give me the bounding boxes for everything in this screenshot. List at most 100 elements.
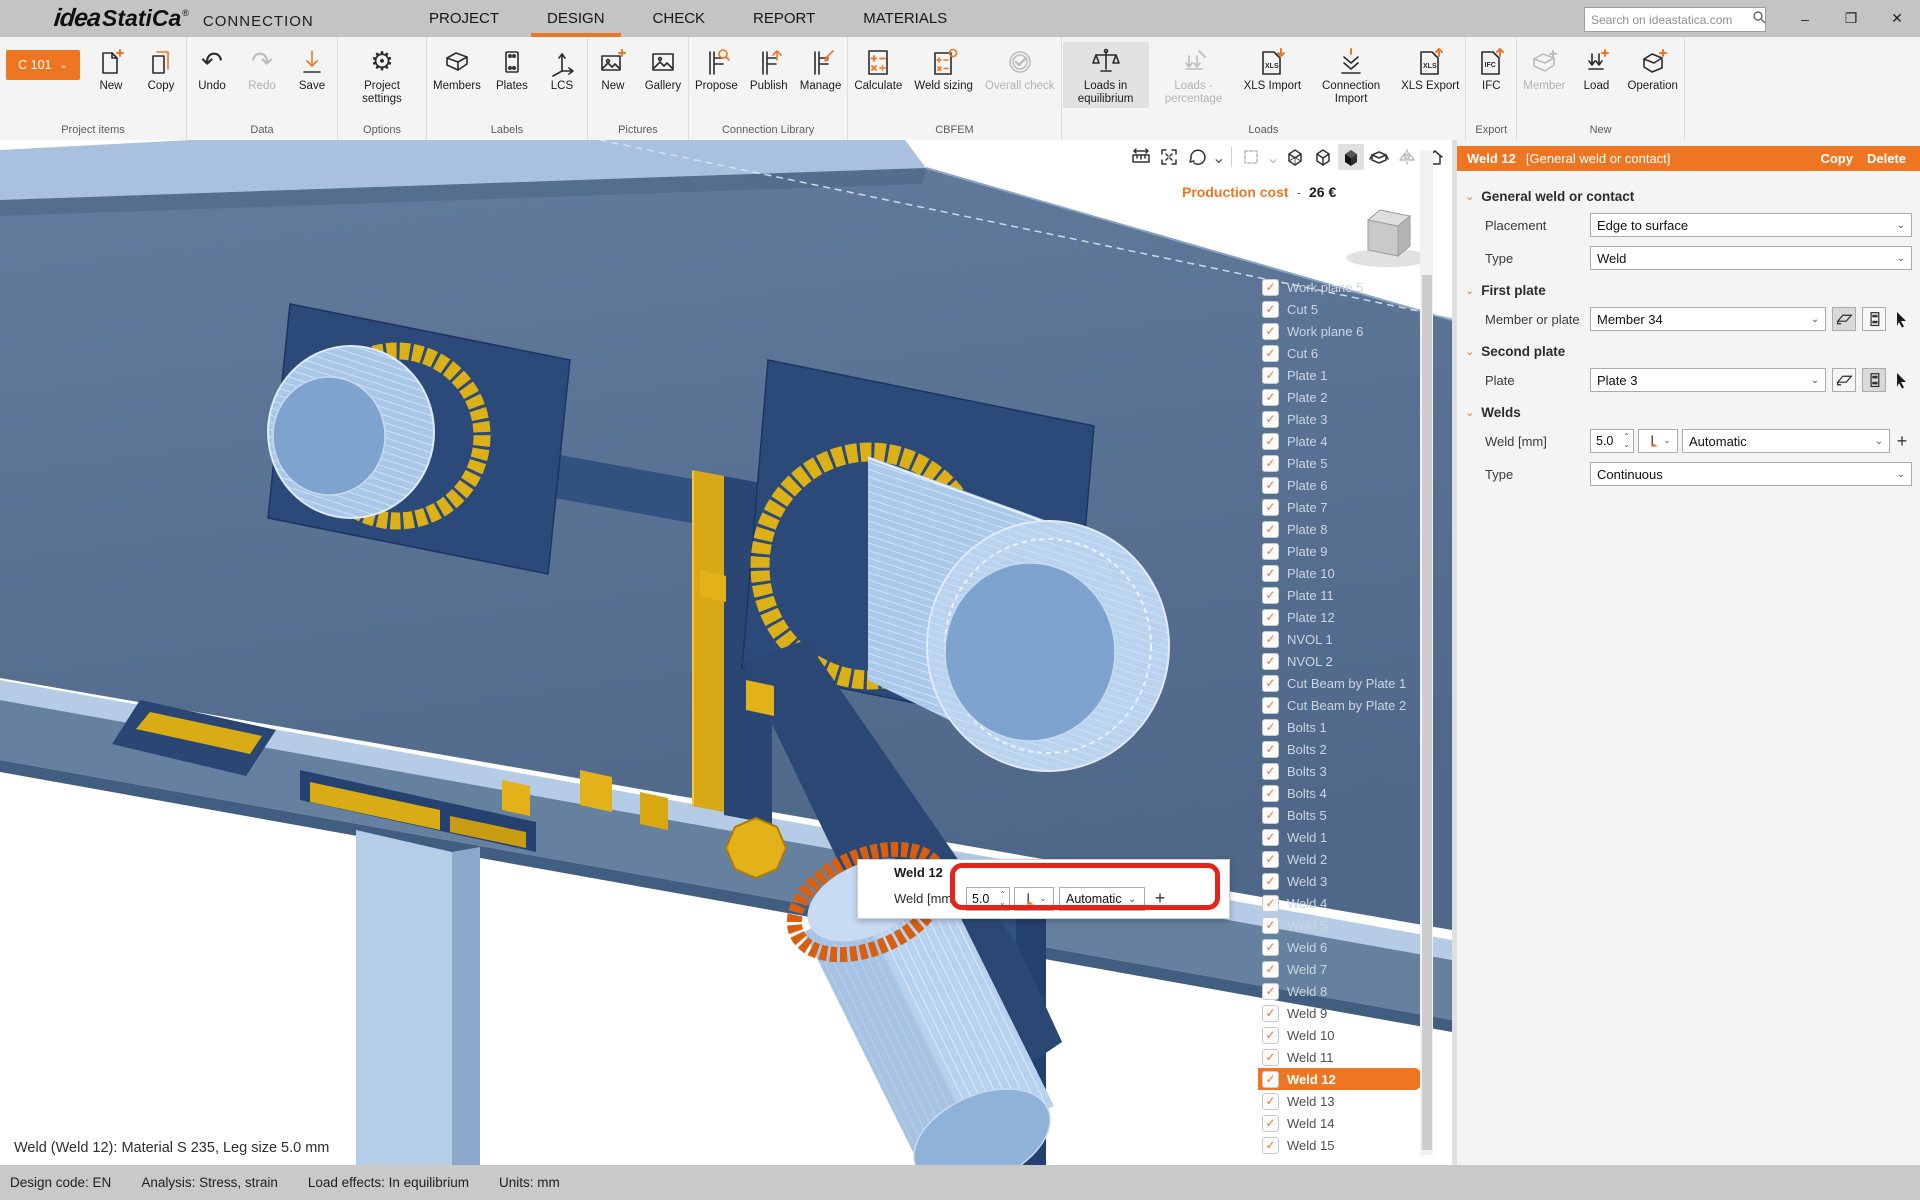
view-solid-icon[interactable] [1338,144,1364,170]
plates-button[interactable]: Plates [488,42,536,95]
tree-item-cut-beam-by-plate-1[interactable]: ✓Cut Beam by Plate 1 [1262,672,1416,694]
checkbox-icon[interactable]: ✓ [1262,477,1279,494]
project-settings-button[interactable]: ⚙Project settings [339,42,425,108]
tab-check[interactable]: CHECK [629,0,730,37]
checkbox-icon[interactable]: ✓ [1262,675,1279,692]
checkbox-icon[interactable]: ✓ [1262,697,1279,714]
tree-item-weld-6[interactable]: ✓Weld 6 [1262,936,1416,958]
checkbox-icon[interactable]: ✓ [1262,1005,1279,1022]
checkbox-icon[interactable]: ✓ [1262,543,1279,560]
tree-item-plate-5[interactable]: ✓Plate 5 [1262,452,1416,474]
select-in-scene-cursor-icon[interactable] [1890,307,1912,331]
tree-item-cut-beam-by-plate-2[interactable]: ✓Cut Beam by Plate 2 [1262,694,1416,716]
type-select[interactable]: Continuous⌄ [1590,462,1912,486]
lcs-button[interactable]: LCS [538,42,586,95]
xls-export-button[interactable]: XLSXLS Export [1396,42,1464,95]
weld-mode-select[interactable]: Automatic⌄ [1682,429,1890,453]
connection-import-button[interactable]: Connection Import [1308,42,1394,108]
tree-item-plate-2[interactable]: ✓Plate 2 [1262,386,1416,408]
tree-item-bolts-1[interactable]: ✓Bolts 1 [1262,716,1416,738]
tree-item-weld-4[interactable]: ✓Weld 4 [1262,892,1416,914]
weld-size-stepper[interactable]: 5.0⌃⌄ [1590,429,1634,453]
view-unfold-icon[interactable] [1366,144,1392,170]
checkbox-icon[interactable]: ✓ [1262,741,1279,758]
checkbox-icon[interactable]: ✓ [1262,829,1279,846]
tree-item-bolts-5[interactable]: ✓Bolts 5 [1262,804,1416,826]
tree-item-weld-8[interactable]: ✓Weld 8 [1262,980,1416,1002]
tree-item-plate-10[interactable]: ✓Plate 10 [1262,562,1416,584]
loads-in-equilibrium-button[interactable]: Loads in equilibrium [1063,42,1149,108]
new-button[interactable]: New [589,42,637,95]
tab-report[interactable]: REPORT [729,0,839,37]
checkbox-icon[interactable]: ✓ [1262,653,1279,670]
zoom-fit-icon[interactable] [1156,144,1182,170]
tree-item-bolts-3[interactable]: ✓Bolts 3 [1262,760,1416,782]
tree-item-weld-2[interactable]: ✓Weld 2 [1262,848,1416,870]
tab-materials[interactable]: MATERIALS [839,0,971,37]
checkbox-icon[interactable]: ✓ [1262,1137,1279,1154]
checkbox-icon[interactable]: ✓ [1262,1049,1279,1066]
tree-item-weld-14[interactable]: ✓Weld 14 [1262,1112,1416,1134]
checkbox-icon[interactable]: ✓ [1262,609,1279,626]
new-button[interactable]: New [87,42,135,95]
project-item-selector[interactable]: C 101⌄ [6,50,80,80]
tree-item-plate-3[interactable]: ✓Plate 3 [1262,408,1416,430]
select-in-scene-cursor-icon[interactable] [1890,368,1912,392]
bolt-octagon[interactable] [726,818,786,878]
manage-button[interactable]: Manage [795,42,847,95]
copy-button[interactable]: Copy [1820,151,1853,166]
checkbox-icon[interactable]: ✓ [1262,367,1279,384]
close-button[interactable]: ✕ [1874,0,1920,37]
tree-item-plate-1[interactable]: ✓Plate 1 [1262,364,1416,386]
viewport-3d[interactable]: ⌄⌄ Production cost - 26 € ✓Work plane 5✓… [0,140,1452,1165]
tree-item-work-plane-5[interactable]: ✓Work plane 5 [1262,276,1416,298]
checkbox-icon[interactable]: ✓ [1262,323,1279,340]
tree-item-weld-1[interactable]: ✓Weld 1 [1262,826,1416,848]
weld-sizing-button[interactable]: Weld sizing [909,42,978,95]
view-edges-icon[interactable] [1310,144,1336,170]
tree-item-nvol-2[interactable]: ✓NVOL 2 [1262,650,1416,672]
tree-item-weld-13[interactable]: ✓Weld 13 [1262,1090,1416,1112]
tree-scrollbar[interactable] [1420,150,1433,1155]
pick-member-button[interactable] [1832,368,1856,392]
section-header-first-plate[interactable]: ⌄First plate [1465,283,1912,298]
section-header-second-plate[interactable]: ⌄Second plate [1465,344,1912,359]
tree-item-plate-6[interactable]: ✓Plate 6 [1262,474,1416,496]
tree-item-plate-7[interactable]: ✓Plate 7 [1262,496,1416,518]
tree-item-work-plane-6[interactable]: ✓Work plane 6 [1262,320,1416,342]
publish-button[interactable]: Publish [745,42,793,95]
checkbox-icon[interactable]: ✓ [1262,1115,1279,1132]
gallery-button[interactable]: Gallery [639,42,687,95]
propose-button[interactable]: Propose [690,42,743,95]
tree-item-bolts-4[interactable]: ✓Bolts 4 [1262,782,1416,804]
weld-symbol-dropdown[interactable]: ⌄ [1638,429,1678,453]
checkbox-icon[interactable]: ✓ [1262,433,1279,450]
add-weld-button[interactable]: + [1892,429,1912,453]
type-select[interactable]: Weld⌄ [1590,246,1912,270]
navigation-cube[interactable] [1346,210,1430,267]
checkbox-icon[interactable]: ✓ [1262,1093,1279,1110]
placement-select[interactable]: Edge to surface⌄ [1590,213,1912,237]
section-header-welds[interactable]: ⌄Welds [1465,405,1912,420]
checkbox-icon[interactable]: ✓ [1262,983,1279,1000]
search-box[interactable] [1584,7,1766,32]
tree-item-weld-9[interactable]: ✓Weld 9 [1262,1002,1416,1024]
tree-item-nvol-1[interactable]: ✓NVOL 1 [1262,628,1416,650]
tab-project[interactable]: PROJECT [405,0,523,37]
checkbox-icon[interactable]: ✓ [1262,1027,1279,1044]
tree-item-plate-12[interactable]: ✓Plate 12 [1262,606,1416,628]
pick-plate-button[interactable] [1862,307,1886,331]
checkbox-icon[interactable]: ✓ [1262,763,1279,780]
xls-import-button[interactable]: XLSXLS Import [1239,42,1307,95]
tree-item-plate-9[interactable]: ✓Plate 9 [1262,540,1416,562]
tab-design[interactable]: DESIGN [523,0,629,37]
tree-item-plate-11[interactable]: ✓Plate 11 [1262,584,1416,606]
copy-button[interactable]: Copy [137,42,185,95]
tree-item-cut-6[interactable]: ✓Cut 6 [1262,342,1416,364]
undo-button[interactable]: ↶Undo [188,42,236,95]
tree-item-weld-7[interactable]: ✓Weld 7 [1262,958,1416,980]
tree-item-weld-15[interactable]: ✓Weld 15 [1262,1134,1416,1156]
checkbox-icon[interactable]: ✓ [1262,895,1279,912]
plate-select[interactable]: Plate 3⌄ [1590,368,1826,392]
checkbox-icon[interactable]: ✓ [1262,411,1279,428]
